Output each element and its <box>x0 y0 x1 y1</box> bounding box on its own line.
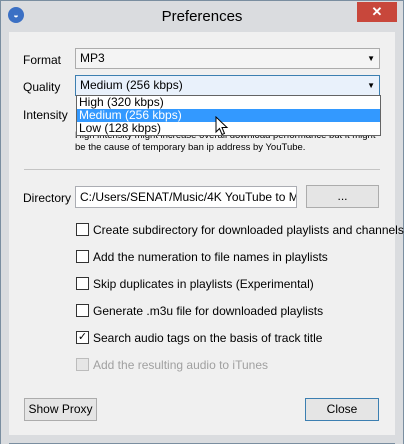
format-label: Format <box>23 53 62 67</box>
quality-select[interactable]: Medium (256 kbps) ▼ <box>75 75 380 96</box>
window-close-button[interactable]: ✕ <box>357 2 397 22</box>
checkbox-checked[interactable]: ✓ <box>76 331 89 344</box>
intensity-label: Intensity <box>23 108 68 122</box>
browse-directory-button[interactable]: ... <box>306 185 379 208</box>
window-border-left <box>1 32 9 444</box>
close-button[interactable]: Close <box>305 398 379 421</box>
option-label: Search audio tags on the basis of track … <box>93 331 323 345</box>
option-label: Add the resulting audio to iTunes <box>93 358 269 372</box>
quality-select-value: Medium (256 kbps) <box>80 78 183 92</box>
window-title: Preferences <box>161 8 243 25</box>
option-label: Generate .m3u file for downloaded playli… <box>93 304 324 318</box>
title-bar[interactable]: ◒ Preferences ✕ <box>1 1 403 32</box>
option-label: Create subdirectory for downloaded playl… <box>93 223 404 237</box>
window-border-bottom <box>1 435 403 443</box>
show-proxy-button[interactable]: Show Proxy <box>24 398 97 421</box>
window-border-right <box>395 32 403 444</box>
section-divider <box>24 169 380 170</box>
checkbox[interactable] <box>76 277 89 290</box>
option-label: Add the numeration to file names in play… <box>93 250 328 264</box>
chevron-down-icon: ▼ <box>367 54 375 63</box>
directory-label: Directory <box>23 191 72 205</box>
checkbox[interactable] <box>76 304 89 317</box>
checkbox[interactable] <box>76 223 89 236</box>
directory-input[interactable]: C:/Users/SENAT/Music/4K YouTube to MP3 <box>75 186 297 208</box>
quality-label: Quality <box>23 80 61 94</box>
checkbox[interactable] <box>76 250 89 263</box>
chevron-down-icon: ▼ <box>367 81 375 90</box>
format-select-value: MP3 <box>80 51 105 65</box>
checkbox-disabled <box>76 358 89 371</box>
option-label: Skip duplicates in playlists (Experiment… <box>93 277 314 291</box>
format-select[interactable]: MP3 ▼ <box>75 48 380 69</box>
mouse-pointer-icon <box>215 116 229 136</box>
